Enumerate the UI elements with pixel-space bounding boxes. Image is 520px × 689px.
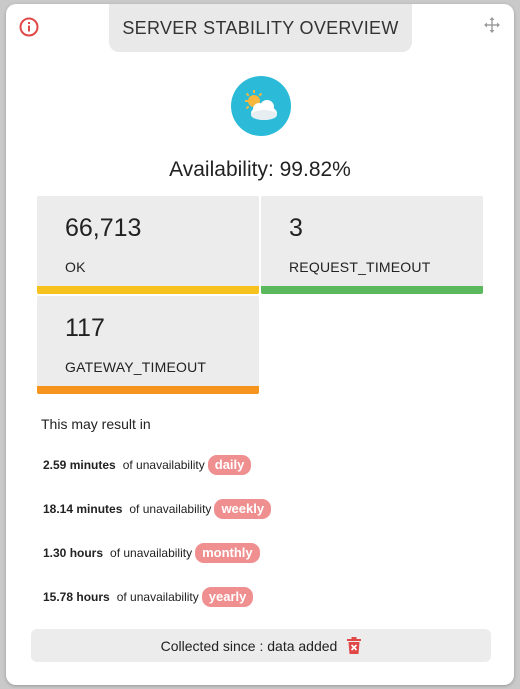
unavailability-row-yearly: 15.78 hours of unavailability yearly [43, 587, 254, 607]
period-badge: monthly [195, 543, 260, 563]
tile-label: GATEWAY_TIMEOUT [65, 359, 207, 375]
status-tile-request-timeout: 3 REQUEST_TIMEOUT [261, 196, 483, 294]
server-stability-card: SERVER STABILITY OVERVIEW Availability: … [6, 4, 514, 685]
collected-since-footer: Collected since : data added [31, 629, 491, 662]
tile-color-bar [37, 286, 259, 294]
unavailability-amount: 15.78 hours [43, 590, 110, 604]
partly-cloudy-icon [231, 76, 291, 136]
unavailability-amount: 2.59 minutes [43, 458, 116, 472]
unavailability-text: of unavailability [116, 590, 199, 604]
unavailability-text: of unavailability [122, 458, 205, 472]
availability-text: Availability: 99.82% [169, 158, 351, 181]
unavailability-row-daily: 2.59 minutes of unavailability daily [43, 455, 252, 475]
tile-label: REQUEST_TIMEOUT [289, 259, 431, 275]
tile-value: 66,713 [65, 214, 142, 242]
info-icon[interactable] [19, 17, 39, 37]
move-icon[interactable] [484, 17, 500, 33]
tile-value: 3 [289, 214, 303, 242]
card-title: SERVER STABILITY OVERVIEW [109, 4, 412, 52]
status-tile-ok: 66,713 OK [37, 196, 259, 294]
unavailability-row-weekly: 18.14 minutes of unavailability weekly [43, 499, 272, 519]
unavailability-text: of unavailability [129, 502, 212, 516]
period-badge: weekly [214, 499, 272, 519]
tile-label: OK [65, 259, 86, 275]
period-badge: daily [207, 455, 252, 475]
tile-value: 117 [65, 314, 105, 342]
unavailability-amount: 18.14 minutes [43, 502, 123, 516]
status-tile-gateway-timeout: 117 GATEWAY_TIMEOUT [37, 296, 259, 394]
tile-color-bar [261, 286, 483, 294]
collected-since-text: Collected since : data added [160, 637, 338, 654]
unavailability-amount: 1.30 hours [43, 546, 104, 560]
period-badge: yearly [201, 587, 254, 607]
result-intro-text: This may result in [41, 416, 151, 432]
trash-icon[interactable] [347, 637, 362, 654]
unavailability-row-monthly: 1.30 hours of unavailability monthly [43, 543, 260, 563]
tile-color-bar [37, 386, 259, 394]
unavailability-text: of unavailability [110, 546, 193, 560]
